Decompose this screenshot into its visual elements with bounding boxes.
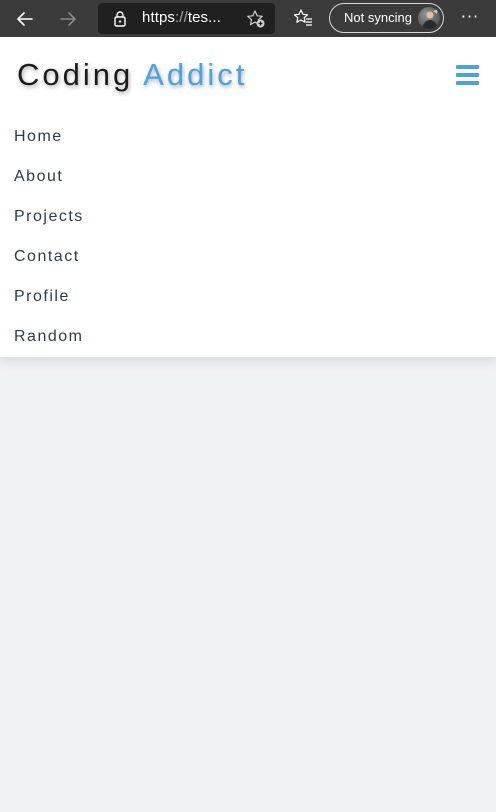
profile-avatar — [418, 7, 440, 29]
nav-item-profile: Profile — [0, 277, 496, 317]
forward-arrow-icon — [60, 11, 76, 26]
sync-label: Not syncing — [344, 10, 412, 25]
lock-icon[interactable] — [112, 10, 128, 28]
nav-item-home: Home — [0, 117, 496, 157]
url-text[interactable]: https://tes... — [142, 9, 221, 26]
nav-link-about[interactable]: About — [0, 157, 496, 197]
logo-word-coding: Coding — [17, 57, 134, 92]
nav-item-random: Random — [0, 317, 496, 357]
browser-toolbar: https://tes... Not syncing ··· — [0, 0, 496, 37]
site-header: Coding Addict Home About Projects Contac… — [0, 37, 496, 357]
logo-word-addict: Addict — [143, 57, 248, 92]
more-icon[interactable]: ··· — [458, 7, 482, 29]
nav-menu: Home About Projects Contact Profile Rand… — [0, 117, 496, 357]
hamburger-bar — [456, 65, 479, 69]
nav-link-random[interactable]: Random — [0, 317, 496, 357]
hamburger-bar — [456, 73, 479, 77]
favorites-icon[interactable] — [293, 8, 313, 28]
nav-item-projects: Projects — [0, 197, 496, 237]
sync-button[interactable]: Not syncing — [329, 3, 444, 33]
add-favorite-icon[interactable] — [246, 9, 266, 29]
back-button[interactable] — [10, 4, 40, 34]
nav-link-projects[interactable]: Projects — [0, 197, 496, 237]
nav-item-contact: Contact — [0, 237, 496, 277]
back-arrow-icon — [17, 11, 33, 26]
nav-item-about: About — [0, 157, 496, 197]
site-logo[interactable]: Coding Addict — [17, 57, 247, 93]
address-bar[interactable]: https://tes... — [98, 3, 275, 34]
hamburger-bar — [456, 81, 479, 85]
nav-link-profile[interactable]: Profile — [0, 277, 496, 317]
nav-link-home[interactable]: Home — [0, 117, 496, 157]
nav-link-contact[interactable]: Contact — [0, 237, 496, 277]
forward-button[interactable] — [53, 4, 83, 34]
hamburger-icon[interactable] — [456, 65, 479, 85]
